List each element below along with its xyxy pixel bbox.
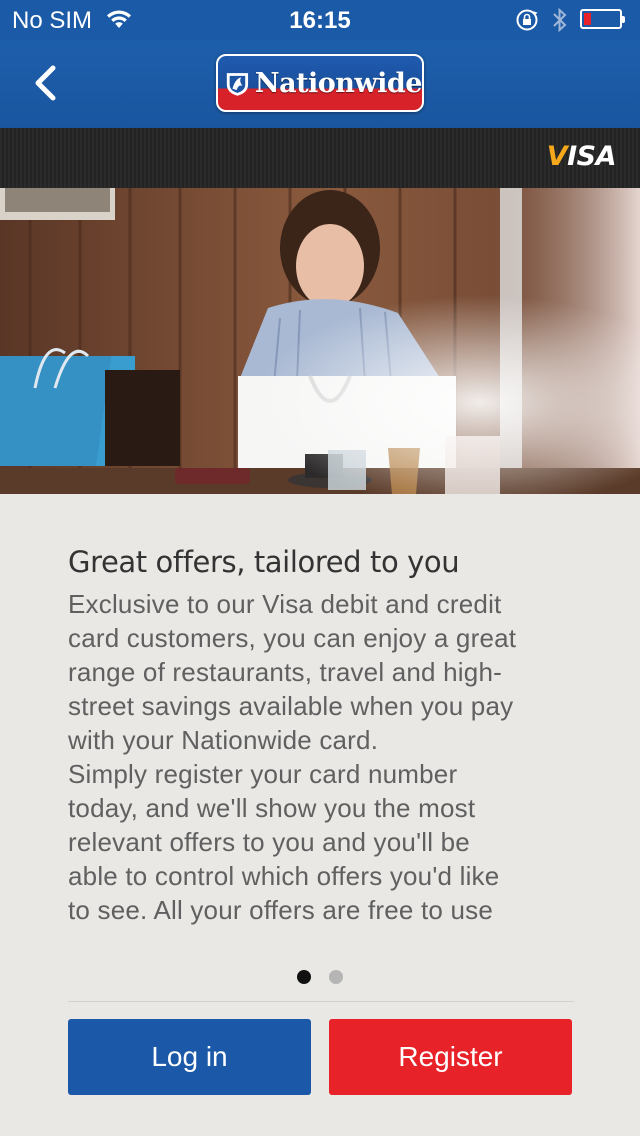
status-bar: No SIM 16:15 — [0, 0, 640, 40]
back-chevron-icon — [35, 65, 56, 101]
log-in-button[interactable]: Log in — [68, 1019, 311, 1095]
divider — [68, 1001, 574, 1002]
card-brand-strip: VISA — [0, 128, 640, 188]
nationwide-logo: Nationwide — [216, 54, 424, 112]
hero-image — [0, 188, 640, 494]
logo-text: Nationwide — [254, 67, 422, 99]
battery-icon — [580, 9, 625, 29]
page-indicator[interactable] — [0, 970, 640, 986]
offer-description: Great offers, tailored to you Exclusive … — [68, 545, 574, 927]
register-button[interactable]: Register — [329, 1019, 572, 1095]
status-time: 16:15 — [289, 7, 351, 34]
page-dot-1[interactable] — [297, 970, 311, 984]
nationwide-logo-icon — [226, 73, 249, 96]
page-dot-2[interactable] — [329, 970, 343, 984]
back-button[interactable] — [20, 58, 70, 108]
bluetooth-icon — [551, 6, 569, 41]
offer-body-text: Exclusive to our Visa debit and credit ca… — [68, 589, 517, 925]
page-title: Great offers, tailored to you — [68, 545, 460, 579]
orientation-lock-icon — [515, 8, 539, 39]
visa-logo: VISA — [546, 141, 617, 172]
nav-bar: Nationwide — [0, 40, 640, 128]
